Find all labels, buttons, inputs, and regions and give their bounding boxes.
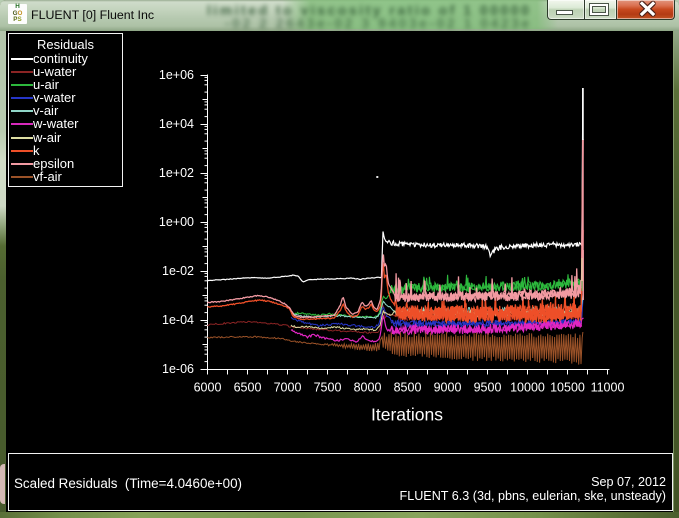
svg-text:1e+04: 1e+04 [159,117,194,131]
svg-text:1e-06: 1e-06 [162,362,194,376]
svg-text:1e+02: 1e+02 [159,166,194,180]
svg-text:9000: 9000 [434,381,462,395]
svg-text:7000: 7000 [274,381,302,395]
svg-text:1e-04: 1e-04 [162,313,194,327]
svg-text:6000: 6000 [194,381,222,395]
svg-text:8000: 8000 [354,381,382,395]
svg-text:10500: 10500 [550,381,585,395]
svg-text:6500: 6500 [234,381,262,395]
svg-text:10000: 10000 [510,381,545,395]
svg-text:Iterations: Iterations [371,405,443,425]
svg-text:1e+00: 1e+00 [159,215,194,229]
svg-text:7500: 7500 [314,381,342,395]
svg-text:8500: 8500 [394,381,422,395]
svg-text:11000: 11000 [591,381,625,395]
svg-text:1e-02: 1e-02 [162,264,194,278]
svg-text:9500: 9500 [474,381,502,395]
svg-text:1e+06: 1e+06 [159,68,194,82]
